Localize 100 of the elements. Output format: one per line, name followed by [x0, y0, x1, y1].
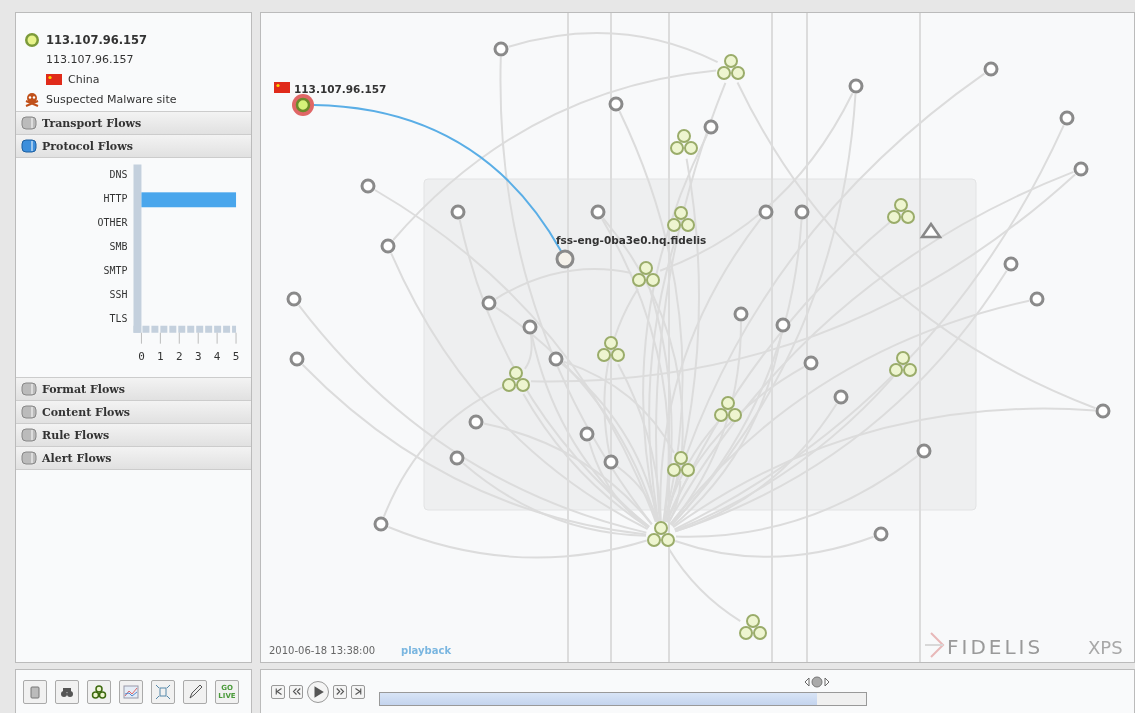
- host-node[interactable]: [360, 178, 376, 194]
- host-node[interactable]: [873, 526, 889, 542]
- node-label: fss-eng-0ba3e0.hq.fidelis: [556, 234, 707, 246]
- line-chart-icon: [123, 683, 139, 700]
- category-label: SMTP: [103, 264, 128, 276]
- host-node[interactable]: [775, 317, 791, 333]
- target-host-node[interactable]: [555, 249, 575, 269]
- tick-label: 0: [138, 349, 145, 363]
- host-node[interactable]: [803, 355, 819, 371]
- tick-label: 4: [213, 349, 221, 363]
- group-node[interactable]: [717, 54, 745, 80]
- host-node[interactable]: [703, 119, 719, 135]
- database-icon: [21, 139, 37, 153]
- group-node[interactable]: [887, 198, 915, 224]
- host-address: 113.107.96.157: [46, 53, 134, 66]
- fast-forward-button[interactable]: [333, 684, 347, 699]
- host-node[interactable]: [286, 291, 302, 307]
- category-label: SMB: [109, 241, 128, 253]
- category-label: HTTP: [103, 193, 128, 205]
- tick-label: 1: [157, 349, 164, 363]
- group-node[interactable]: [632, 261, 660, 287]
- group-node[interactable]: [739, 614, 767, 640]
- category-label: OTHER: [97, 217, 128, 229]
- play-button[interactable]: [307, 680, 329, 703]
- group-node[interactable]: [670, 129, 698, 155]
- triangle-node[interactable]: [919, 221, 943, 239]
- host-node[interactable]: [733, 306, 749, 322]
- chart-button[interactable]: [119, 679, 143, 704]
- group-button[interactable]: [87, 679, 111, 704]
- host-node[interactable]: [1073, 161, 1089, 177]
- tick-label: 5: [232, 349, 240, 363]
- skip-end-icon: [353, 687, 363, 696]
- host-node[interactable]: [848, 78, 864, 94]
- trash-icon: [27, 683, 43, 700]
- flag-icon: [274, 82, 290, 93]
- skip-start-button[interactable]: [271, 684, 285, 699]
- host-node[interactable]: [522, 319, 538, 335]
- host-node[interactable]: [289, 351, 305, 367]
- skip-start-icon: [273, 687, 283, 696]
- host-node[interactable]: [449, 450, 465, 466]
- host-node[interactable]: [590, 204, 606, 220]
- group-node[interactable]: [667, 206, 695, 232]
- group-node[interactable]: [647, 521, 675, 547]
- binoculars-button[interactable]: [55, 679, 79, 704]
- node-label: 113.107.96.157: [294, 83, 387, 95]
- host-node[interactable]: [380, 238, 396, 254]
- section-header[interactable]: Alert Flows: [16, 446, 251, 470]
- rewind-icon: [291, 687, 301, 696]
- pencil-button[interactable]: [183, 679, 207, 704]
- fit-screen-icon: [155, 683, 171, 700]
- host-node[interactable]: [794, 204, 810, 220]
- logo-text: FIDELIS: [947, 635, 1044, 659]
- section-header[interactable]: Content Flows: [16, 400, 251, 424]
- host-node[interactable]: [493, 41, 509, 57]
- section-header[interactable]: Protocol Flows: [16, 134, 251, 158]
- rewind-button[interactable]: [289, 684, 303, 699]
- circles-icon: [91, 683, 107, 700]
- database-icon: [21, 405, 37, 419]
- host-node[interactable]: [468, 414, 484, 430]
- host-node[interactable]: [450, 204, 466, 220]
- host-node-icon: [24, 31, 40, 48]
- selected-host-node[interactable]: [292, 94, 314, 116]
- host-node[interactable]: [1095, 403, 1111, 419]
- host-node[interactable]: [608, 96, 624, 112]
- host-node[interactable]: [983, 61, 999, 77]
- logo-suffix: XPS: [1088, 637, 1123, 658]
- category-label: TLS: [109, 312, 128, 324]
- group-node[interactable]: [667, 451, 695, 477]
- section-header[interactable]: Transport Flows: [16, 111, 251, 135]
- group-node[interactable]: [889, 351, 917, 377]
- flag-icon: [46, 74, 62, 85]
- timestamp: 2010-06-18 13:38:00: [269, 645, 376, 656]
- host-node[interactable]: [548, 351, 564, 367]
- host-node[interactable]: [579, 426, 595, 442]
- host-node[interactable]: [1003, 256, 1019, 272]
- host-node[interactable]: [603, 454, 619, 470]
- database-icon: [21, 382, 37, 396]
- database-icon: [21, 451, 37, 465]
- group-node[interactable]: [597, 336, 625, 362]
- host-node[interactable]: [1059, 110, 1075, 126]
- section-header[interactable]: Rule Flows: [16, 423, 251, 447]
- trash-button[interactable]: [23, 679, 47, 704]
- host-node[interactable]: [833, 389, 849, 405]
- category-label: SSH: [109, 288, 128, 300]
- host-node[interactable]: [916, 443, 932, 459]
- group-node[interactable]: [714, 396, 742, 422]
- tick-label: 3: [194, 349, 202, 363]
- fit-screen-button[interactable]: [151, 679, 175, 704]
- host-node[interactable]: [373, 516, 389, 532]
- section-header[interactable]: Format Flows: [16, 377, 251, 401]
- host-node[interactable]: [758, 204, 774, 220]
- tick-label: 2: [176, 349, 183, 363]
- host-title: 113.107.96.157: [46, 32, 148, 47]
- skull-crossbones-icon: [24, 91, 40, 108]
- host-node[interactable]: [481, 295, 497, 311]
- group-node[interactable]: [502, 366, 530, 392]
- skip-end-button[interactable]: [351, 684, 365, 699]
- host-node[interactable]: [1029, 291, 1045, 307]
- database-icon: [21, 428, 37, 442]
- category-label: DNS: [109, 169, 128, 181]
